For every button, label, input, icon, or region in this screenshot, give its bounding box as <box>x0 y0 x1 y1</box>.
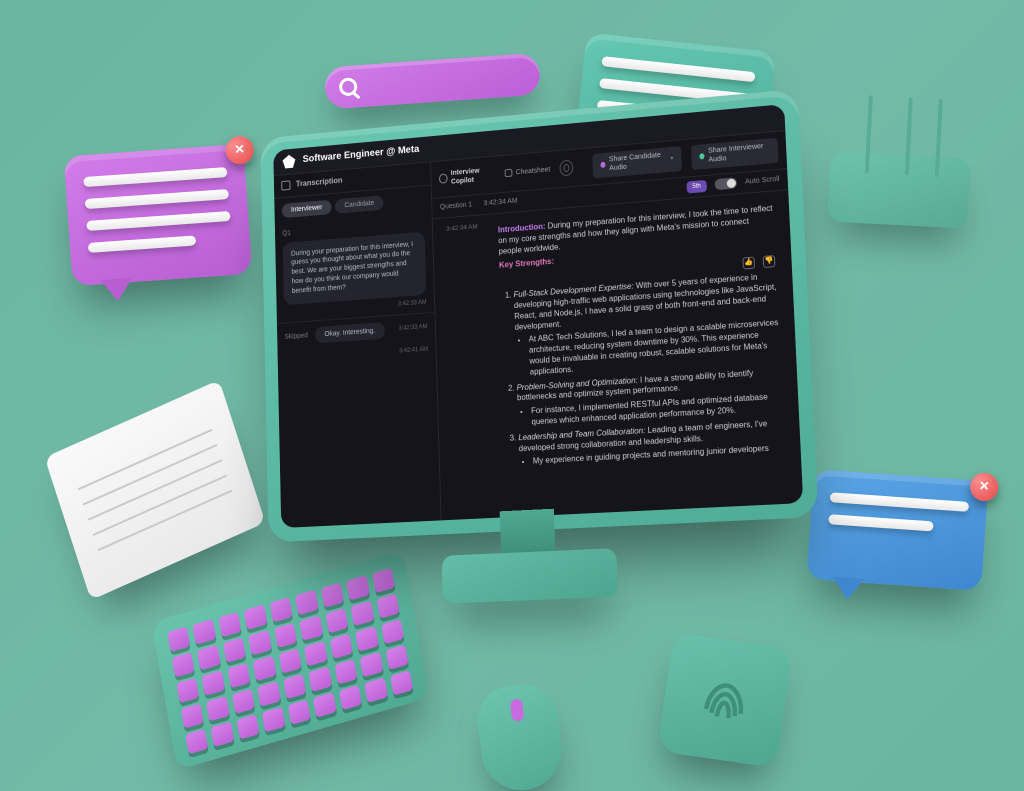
auto-scroll-label: Auto Scroll <box>745 175 780 187</box>
chevron-down-icon: ▾ <box>670 155 673 163</box>
mouse-decoration <box>475 681 566 791</box>
thumbs-up-icon[interactable]: 👍 <box>742 257 755 270</box>
share-interviewer-button[interactable]: Share Interviewer Audio <box>691 138 779 170</box>
question-time: 3:42:34 AM <box>483 197 517 209</box>
answer-badge: 5th <box>686 180 707 194</box>
copilot-icon <box>439 174 447 184</box>
question-text: During your preparation for this intervi… <box>283 231 427 305</box>
share-candidate-label: Share Candidate Audio <box>609 150 667 174</box>
skipped-chip[interactable]: Okay. Interesting. <box>315 322 385 344</box>
speech-bubble-blue: × <box>806 469 988 591</box>
notepad-decoration <box>45 380 266 600</box>
router-decoration <box>827 151 970 228</box>
list-item: Full-Stack Development Expertise: With o… <box>513 271 782 379</box>
auto-scroll-toggle[interactable] <box>715 178 738 191</box>
transcription-icon <box>281 181 290 191</box>
monitor-stand <box>455 506 603 593</box>
fingerprint-icon <box>692 667 758 733</box>
answer-time: 3:42:34 AM <box>446 223 496 476</box>
question-block[interactable]: Q1 During your preparation for this inte… <box>275 212 435 324</box>
app-logo-icon <box>282 154 295 168</box>
app-screen: Software Engineer @ Meta Transcription I… <box>273 104 803 528</box>
tab-interviewer[interactable]: Interviewer <box>282 200 332 219</box>
share-icon <box>699 154 704 160</box>
transcription-panel: Transcription Interviewer Candidate Q1 D… <box>274 162 442 528</box>
tab-candidate[interactable]: Candidate <box>335 195 384 214</box>
close-icon: × <box>969 472 999 502</box>
speech-bubble-purple: × <box>64 144 253 286</box>
transcription-label: Transcription <box>296 176 343 190</box>
share-interviewer-label: Share Interviewer Audio <box>708 141 771 165</box>
skipped-label: Skipped <box>284 331 307 342</box>
share-icon <box>600 162 605 168</box>
copilot-panel: Interview Copilot Cheatsheet Share Candi… <box>431 131 803 520</box>
share-candidate-button[interactable]: Share Candidate Audio ▾ <box>592 146 682 178</box>
monitor-frame: Software Engineer @ Meta Transcription I… <box>260 89 818 543</box>
skipped-time: 3:42:33 AM <box>399 324 428 334</box>
thumbs-down-icon[interactable]: 👎 <box>763 255 776 268</box>
search-pill-decoration <box>324 53 541 110</box>
copilot-label: Interview Copilot <box>451 165 495 187</box>
answer-body: 3:42:34 AM Introduction: During my prepa… <box>433 190 803 506</box>
question-number: Question 1 <box>440 201 472 213</box>
page-title: Software Engineer @ Meta <box>303 143 420 166</box>
cheatsheet-link[interactable]: Cheatsheet <box>516 165 551 177</box>
cheatsheet-icon <box>504 169 512 177</box>
search-icon <box>339 77 358 96</box>
record-icon[interactable] <box>560 160 574 177</box>
